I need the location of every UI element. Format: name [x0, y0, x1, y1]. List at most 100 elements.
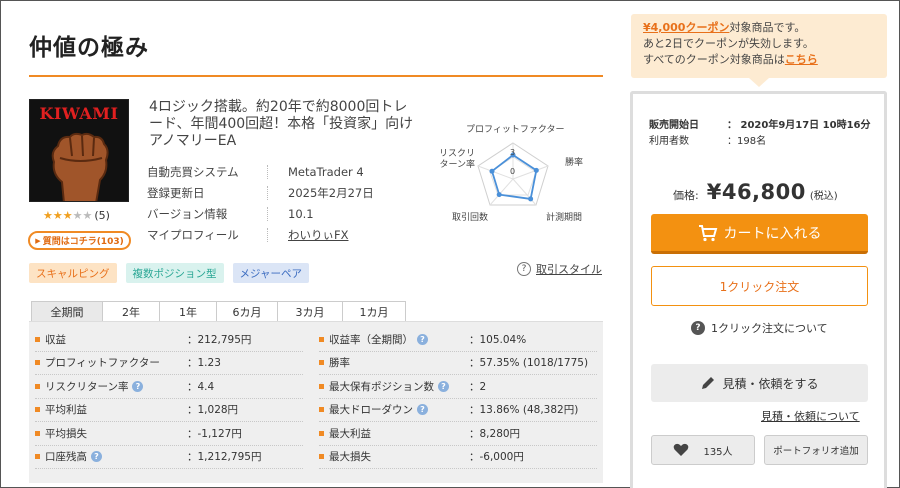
stat-row: 収益率（全期間）? ：105.04% — [319, 328, 597, 352]
stats-right: 収益率（全期間）? ：105.04% 勝率 ：57.35% (1018/1775) 最大… — [319, 328, 597, 469]
bullet-icon — [35, 360, 40, 366]
one-click-help-label: 1クリック注文について — [711, 322, 828, 335]
add-to-cart-label: カートに入れる — [723, 225, 822, 242]
radar-label-trades: 取引回数 — [452, 213, 489, 223]
tab-3m[interactable]: 3カ月 — [277, 301, 343, 322]
stat-value: ：1,028円 — [187, 404, 239, 417]
stat-row: 平均利益 ：1,028円 — [35, 399, 303, 422]
radar-chart: プロフィットファクター 勝率 計測期間 取引回数 リスクリターン率 3 0 — [426, 119, 601, 224]
help-icon[interactable]: ? — [91, 451, 102, 463]
stat-label: 最大保有ポジション数 — [329, 380, 434, 393]
info-value[interactable]: わいりぃFX — [288, 227, 349, 243]
info-row: 登録更新日 2025年2月27日 — [147, 182, 407, 203]
favorite-count: 135人 — [703, 446, 733, 458]
stat-label-wrap: 最大損失 — [319, 449, 469, 464]
radar-point — [533, 167, 539, 173]
stat-label: 最大損失 — [329, 451, 371, 464]
one-click-order-button[interactable]: 1クリック注文 — [651, 266, 868, 306]
stat-value: ：-6,000円 — [469, 451, 524, 464]
product-info-table: 自動売買システム MetaTrader 4 登録更新日 2025年2月27日 バージョン… — [147, 161, 407, 245]
add-to-cart-button[interactable]: カートに入れる — [651, 214, 868, 254]
quote-info-link[interactable]: 見積・依頼について — [761, 408, 860, 424]
tab-6m[interactable]: 6カ月 — [216, 301, 278, 322]
bullet-icon — [35, 336, 40, 342]
stat-label-wrap: 最大利益 — [319, 426, 469, 441]
price-tax: (税込) — [809, 191, 838, 202]
title-divider — [29, 75, 603, 77]
product-logo: KIWAMI — [29, 99, 129, 202]
bullet-icon — [319, 383, 324, 389]
info-label: 登録更新日 — [147, 185, 205, 200]
coupon-line-3-prefix: すべてのクーポン対象商品は — [643, 53, 785, 66]
info-divider — [267, 164, 268, 179]
info-value: 2025年2月27日 — [288, 185, 374, 200]
tab-1y[interactable]: 1年 — [159, 301, 217, 322]
bullet-icon — [319, 454, 324, 460]
one-click-help-link[interactable]: ? 1クリック注文について — [691, 320, 828, 336]
stat-value: ：1.23 — [187, 357, 221, 370]
coupon-all-link[interactable]: こちら — [785, 53, 818, 66]
stat-label: 勝率 — [329, 357, 350, 370]
star-empty-icon: ★★ — [72, 209, 93, 222]
period-tabs: 全期間 2年 1年 6カ月 3カ月 1カ月 — [31, 301, 406, 322]
stat-label-wrap: プロフィットファクター — [35, 355, 187, 370]
stats-panel: 収益 ：212,795円 プロフィットファクター ：1.23 リスクリターン率? ：4.4… — [29, 321, 603, 483]
coupon-line-3: すべてのクーポン対象商品はこちら — [643, 52, 875, 68]
stat-label-wrap: 収益 — [35, 332, 187, 347]
help-icon: ? — [517, 262, 531, 276]
request-quote-label: 見積・依頼をする — [722, 376, 819, 391]
coupon-line-1: ¥4,000クーポン対象商品です。 — [643, 20, 875, 36]
help-icon[interactable]: ? — [417, 333, 428, 345]
bullet-icon — [319, 407, 324, 413]
cart-icon — [698, 224, 717, 241]
stat-label-wrap: リスクリターン率? — [35, 379, 187, 394]
tag-major-pair[interactable]: メジャーペア — [232, 263, 309, 283]
stat-row: プロフィットファクター ：1.23 — [35, 352, 303, 375]
radar-scale-zero: 0 — [510, 167, 516, 176]
radar-point — [528, 196, 534, 202]
stat-row: 最大保有ポジション数? ：2 — [319, 375, 597, 399]
tab-2y[interactable]: 2年 — [102, 301, 160, 322]
tag-multi-position[interactable]: 複数ポジション型 — [125, 263, 224, 283]
help-icon[interactable]: ? — [417, 404, 428, 416]
radar-point — [496, 192, 502, 198]
radar-label-period: 計測期間 — [546, 213, 583, 223]
info-value: 10.1 — [288, 206, 314, 221]
radar-label-risk-return: リスクリターン率 — [438, 149, 475, 170]
question-button[interactable]: ▶ 質問はコチラ(103) — [28, 231, 131, 250]
stat-label: 収益 — [45, 333, 66, 346]
bullet-icon — [319, 360, 324, 366]
stat-value: ：13.86% (48,382円) — [469, 404, 579, 417]
review-count[interactable]: (5) — [94, 209, 110, 222]
coupon-banner: ¥4,000クーポン対象商品です。 あと2日でクーポンが失効します。 すべてのク… — [631, 14, 887, 78]
add-portfolio-button[interactable]: ポートフォリオ追加 — [764, 435, 868, 465]
tab-all[interactable]: 全期間 — [31, 301, 103, 322]
trade-style-link[interactable]: ? 取引スタイル — [517, 261, 602, 277]
fist-icon — [51, 132, 109, 201]
request-quote-button[interactable]: 見積・依頼をする — [651, 364, 868, 402]
stat-label-wrap: 口座残高? — [35, 449, 187, 464]
stat-label-wrap: 平均損失 — [35, 426, 187, 441]
stat-label: 収益率（全期間） — [329, 333, 413, 346]
coupon-tail — [749, 78, 769, 87]
sale-start-value: ： 2020年9月17日 10時16分 — [727, 120, 871, 131]
users-value: ：198名 — [727, 136, 767, 147]
stat-label-wrap: 最大保有ポジション数? — [319, 379, 469, 394]
bullet-icon — [319, 430, 324, 436]
help-icon[interactable]: ? — [132, 380, 144, 392]
coupon-amount-link[interactable]: ¥4,000クーポン — [643, 21, 729, 34]
radar-point — [489, 168, 495, 174]
stat-value: ：-1,127円 — [187, 427, 242, 440]
stat-value: ：57.35% (1018/1775) — [469, 357, 589, 370]
stats-left: 収益 ：212,795円 プロフィットファクター ：1.23 リスクリターン率? ：4.4… — [35, 328, 303, 469]
info-label: バージョン情報 — [147, 206, 228, 221]
price-label: 価格: — [673, 189, 699, 202]
tab-1m[interactable]: 1カ月 — [342, 301, 406, 322]
info-value: MetaTrader 4 — [288, 164, 364, 179]
help-icon[interactable]: ? — [438, 380, 449, 392]
stat-label-wrap: 収益率（全期間）? — [319, 332, 469, 347]
favorite-button[interactable]: 135人 — [651, 435, 755, 465]
bullet-icon — [35, 454, 40, 460]
tag-scalping[interactable]: スキャルピング — [29, 263, 117, 283]
stat-row: 最大利益 ：8,280円 — [319, 422, 597, 446]
